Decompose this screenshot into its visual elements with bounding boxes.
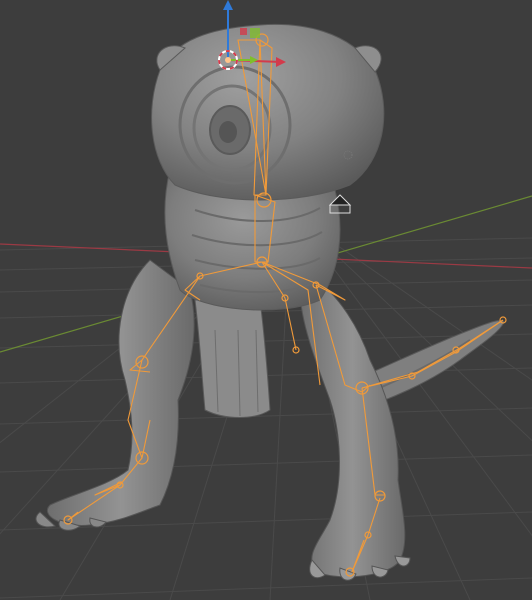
viewport-canvas[interactable] bbox=[0, 0, 532, 600]
3d-viewport[interactable] bbox=[0, 0, 532, 600]
